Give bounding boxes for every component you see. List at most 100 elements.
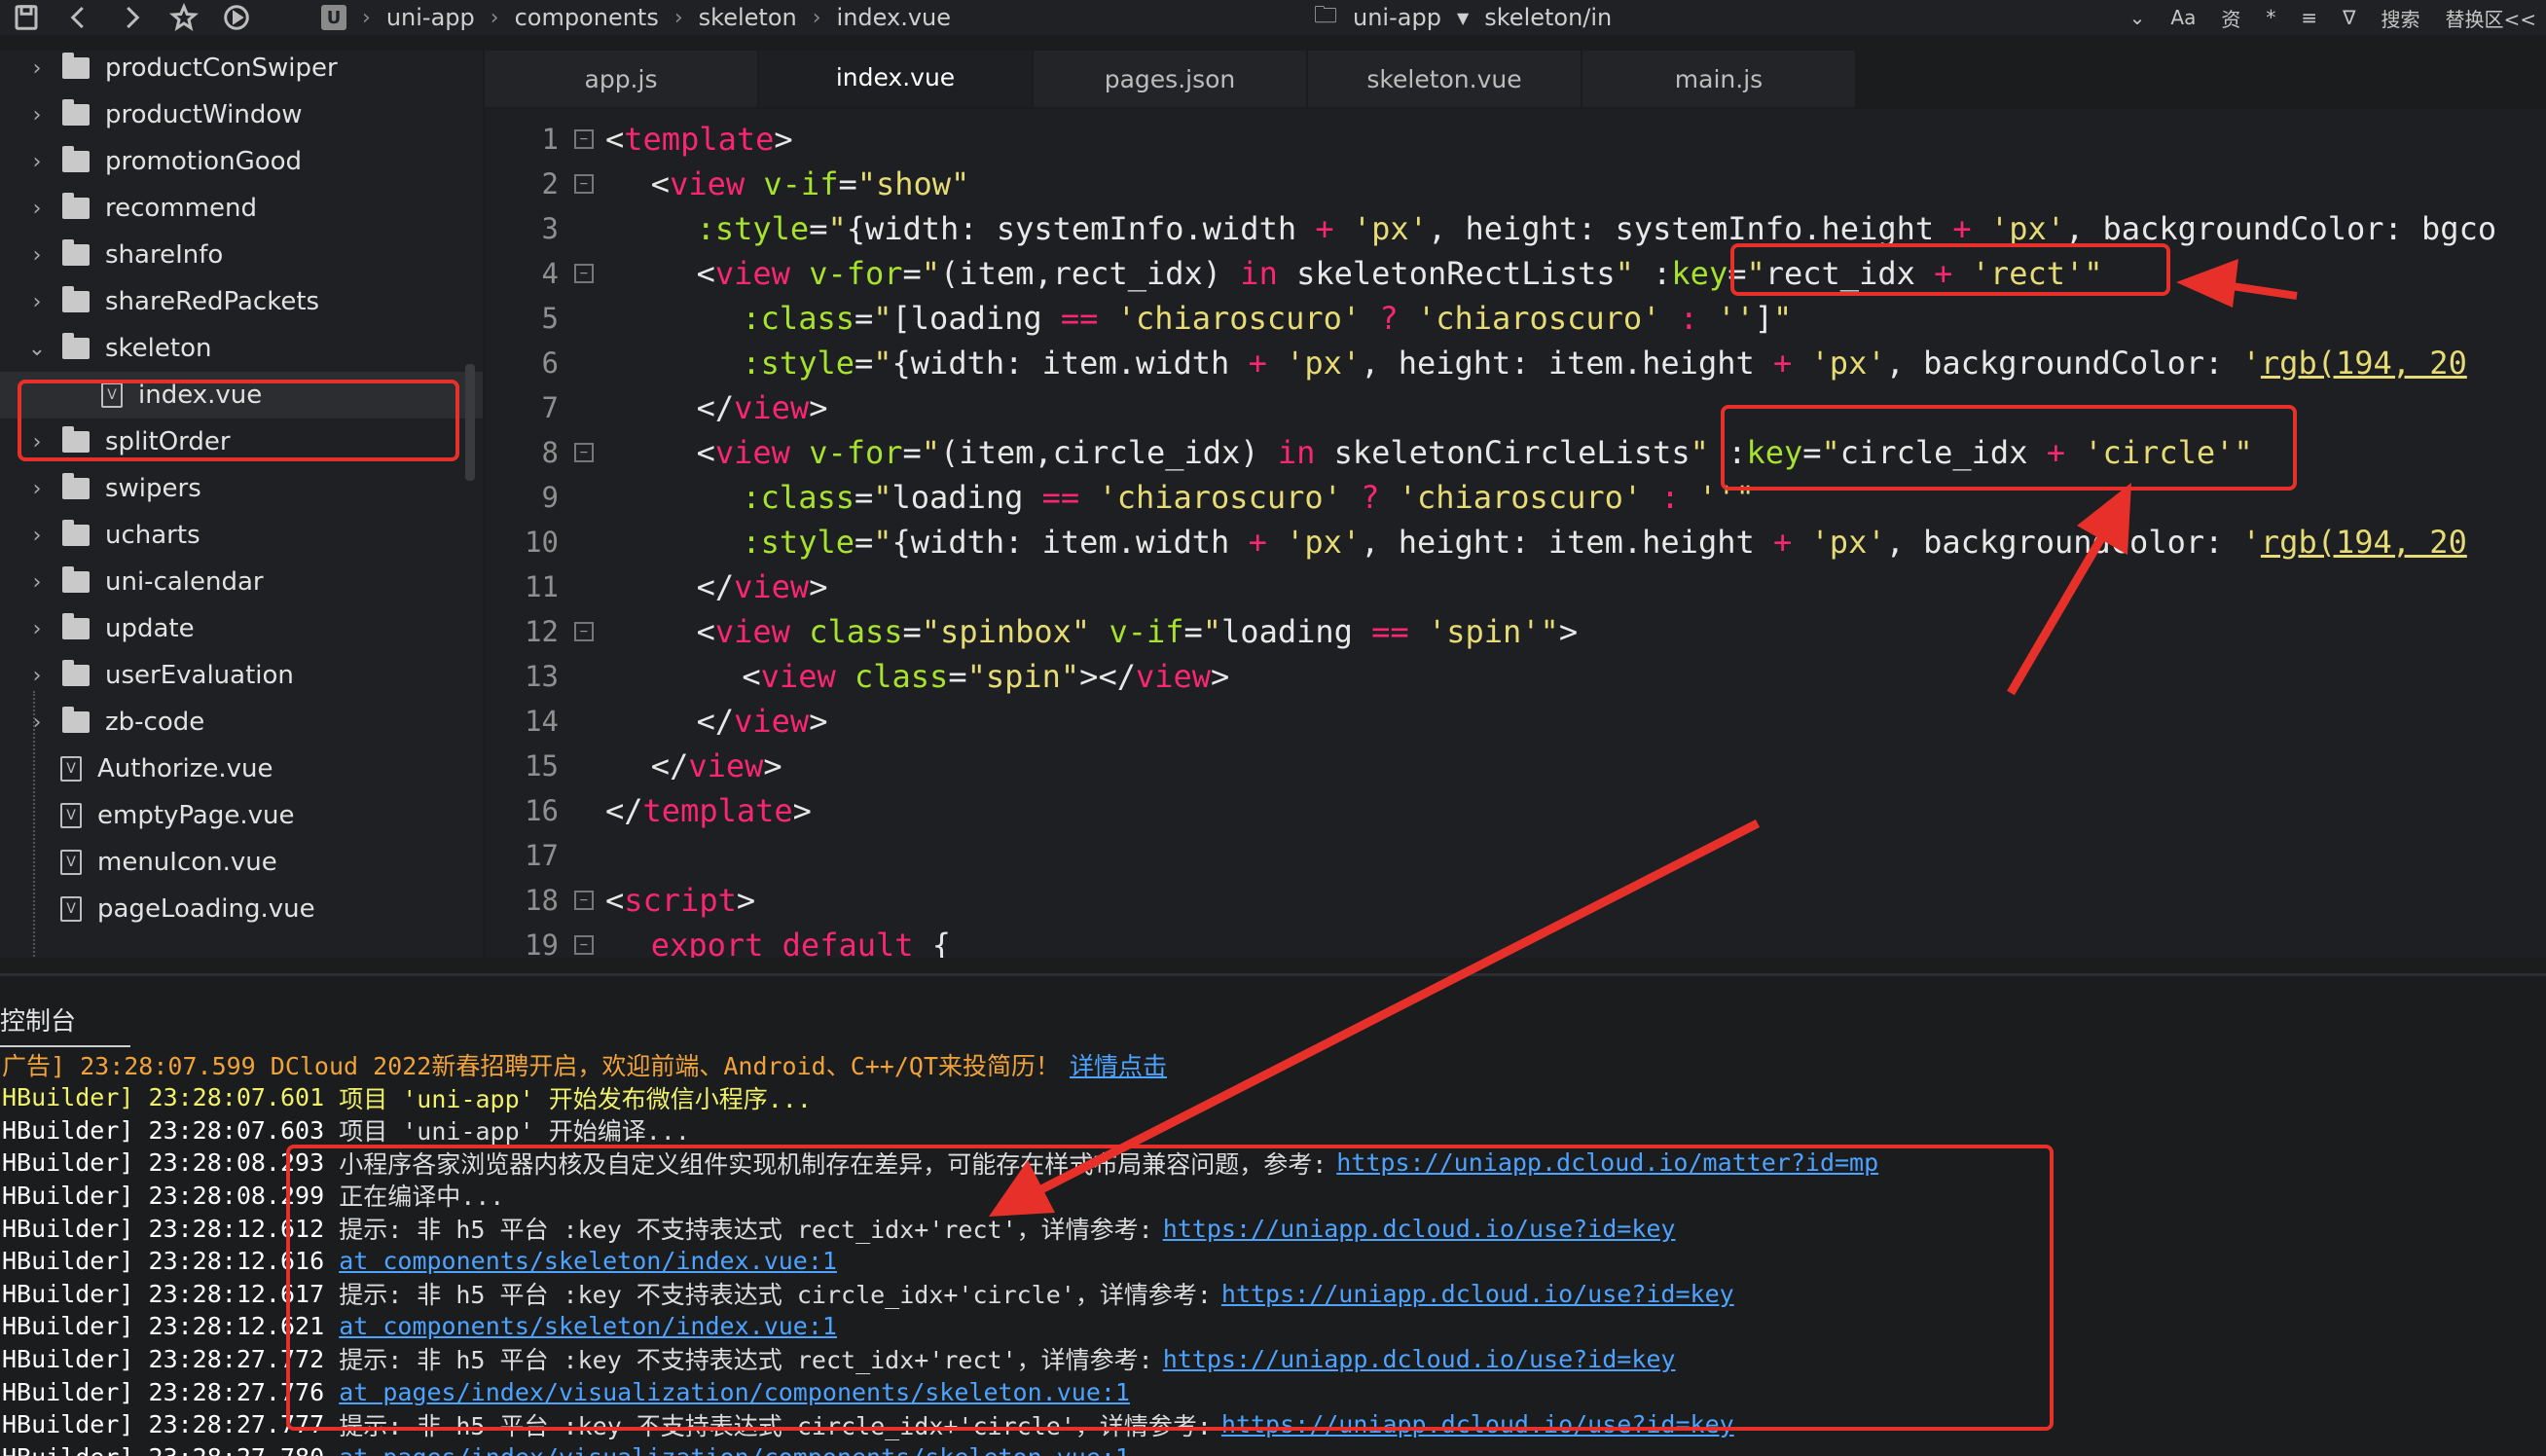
fold-toggle-icon[interactable]: − xyxy=(574,129,594,149)
tab-app-js[interactable]: app.js xyxy=(485,51,759,107)
tree-folder[interactable]: › swipers xyxy=(0,465,483,512)
code-line[interactable]: 5:class="[loading == 'chiaroscuro' ? 'ch… xyxy=(485,296,2546,341)
code-token: view xyxy=(734,389,810,426)
fold-toggle-icon[interactable]: − xyxy=(574,174,594,194)
tree-file[interactable]: VemptyPage.vue xyxy=(0,792,483,839)
vue-file-icon: V xyxy=(60,896,82,922)
tree-folder[interactable]: › shareRedPackets xyxy=(0,278,483,325)
log-link[interactable]: 详情点击 xyxy=(1070,1047,1167,1082)
search-button[interactable]: 搜索 xyxy=(2381,4,2419,32)
match-word-button[interactable]: 资 xyxy=(2221,4,2240,32)
code-line[interactable]: 3:style="{width: systemInfo.width + 'px'… xyxy=(485,206,2546,251)
list-icon[interactable]: ≡ xyxy=(2301,6,2317,29)
folder-icon xyxy=(62,99,90,126)
breadcrumb-item[interactable]: skeleton xyxy=(699,4,797,31)
sidebar-scrollbar[interactable] xyxy=(465,364,475,481)
code-line[interactable]: 1− <template> xyxy=(485,117,2546,162)
tree-folder[interactable]: › shareInfo xyxy=(0,232,483,278)
chevron-right-icon[interactable]: › xyxy=(25,290,49,314)
match-case-button[interactable]: Aa xyxy=(2170,6,2196,29)
code-line[interactable]: 15 </view> xyxy=(485,744,2546,788)
tab-index-vue[interactable]: index.vue xyxy=(759,51,1034,107)
code-line[interactable]: 16 </template> xyxy=(485,788,2546,833)
tree-file[interactable]: VpageLoading.vue xyxy=(0,886,483,932)
search-path[interactable]: skeleton/in xyxy=(1484,4,1612,31)
tree-folder[interactable]: › recommend xyxy=(0,185,483,232)
code-line[interactable]: 10:style="{width: item.width + 'px', hei… xyxy=(485,520,2546,564)
folder-icon xyxy=(62,146,90,172)
star-icon[interactable] xyxy=(158,0,210,35)
code-line[interactable]: 17 xyxy=(485,833,2546,878)
tree-folder[interactable]: › promotionGood xyxy=(0,138,483,185)
code-token: script xyxy=(624,882,737,919)
replace-toggle-button[interactable]: 替换区<< xyxy=(2445,4,2536,32)
fold-toggle-icon[interactable]: − xyxy=(574,891,594,910)
code-token: "spinbox" xyxy=(921,613,1091,650)
code-line[interactable]: 4− <view v-for="(item,rect_idx) in skelet… xyxy=(485,251,2546,296)
code-line[interactable]: 19− export default { xyxy=(485,923,2546,958)
code-line[interactable]: 12− <view class="spinbox" v-if="loading =… xyxy=(485,609,2546,654)
chevron-down-icon[interactable]: ⌄ xyxy=(2129,6,2146,29)
tree-folder[interactable]: › ucharts xyxy=(0,512,483,559)
chevron-down-icon[interactable]: ⌄ xyxy=(25,337,49,361)
code-editor[interactable]: 1− <template> 2− <view v-if="show" 3:style="… xyxy=(485,109,2546,958)
line-number: 2 xyxy=(541,167,559,200)
code-token: ? xyxy=(1361,479,1380,516)
code-token: </ xyxy=(696,703,735,740)
project-selector[interactable]: 🗀 uni-app ▼ skeleton/in xyxy=(1314,0,1612,35)
code-line[interactable]: 2− <view v-if="show" xyxy=(485,162,2546,206)
chevron-right-icon[interactable]: › xyxy=(25,664,49,688)
code-token: " xyxy=(1615,255,1634,292)
run-icon[interactable] xyxy=(210,0,263,35)
line-number: 1 xyxy=(541,123,559,156)
tree-folder[interactable]: › zb-code xyxy=(0,699,483,746)
tab-main-js[interactable]: main.js xyxy=(1582,51,1857,107)
tree-folder[interactable]: › update xyxy=(0,605,483,652)
fold-toggle-icon[interactable]: − xyxy=(574,264,594,283)
chevron-right-icon[interactable]: › xyxy=(25,150,49,174)
tree-folder[interactable]: › userEvaluation xyxy=(0,652,483,699)
tab-skeleton-vue[interactable]: skeleton.vue xyxy=(1308,51,1582,107)
chevron-right-icon[interactable]: › xyxy=(25,56,49,81)
breadcrumb-item[interactable]: index.vue xyxy=(837,4,951,31)
code-token: [loading xyxy=(891,300,1061,337)
fold-toggle-icon[interactable]: − xyxy=(574,935,594,955)
code-line[interactable]: 6:style="{width: item.width + 'px', heig… xyxy=(485,341,2546,385)
save-icon[interactable] xyxy=(0,0,53,35)
code-token: rgb(194, 20 xyxy=(2260,345,2467,382)
tree-file[interactable]: VmenuIcon.vue xyxy=(0,839,483,886)
tree-folder[interactable]: › productWindow xyxy=(0,91,483,138)
code-line[interactable]: 18− <script> xyxy=(485,878,2546,923)
back-icon[interactable] xyxy=(53,0,105,35)
editor-tabs: app.js index.vue pages.json skeleton.vue… xyxy=(485,51,2546,107)
tab-pages-json[interactable]: pages.json xyxy=(1034,51,1308,107)
chevron-right-icon[interactable]: › xyxy=(25,243,49,268)
tree-file[interactable]: V Authorize.vue xyxy=(0,746,483,792)
chevron-right-icon[interactable]: › xyxy=(25,710,49,735)
breadcrumb-item[interactable]: uni-app xyxy=(386,4,475,31)
tree-folder[interactable]: › uni-calendar xyxy=(0,559,483,605)
breadcrumb-item[interactable]: components xyxy=(515,4,659,31)
folder-icon xyxy=(62,473,90,499)
chevron-right-icon[interactable]: › xyxy=(25,477,49,501)
tree-folder[interactable]: ⌄ skeleton xyxy=(0,325,483,372)
fold-toggle-icon[interactable]: − xyxy=(574,622,594,641)
fold-toggle-icon[interactable]: − xyxy=(574,443,594,462)
code-line[interactable]: 11 </view> xyxy=(485,564,2546,609)
chevron-right-icon[interactable]: › xyxy=(25,197,49,221)
code-token: class xyxy=(854,658,949,695)
chevron-right-icon[interactable]: › xyxy=(25,524,49,548)
regex-button[interactable]: * xyxy=(2266,6,2275,29)
chevron-right-icon[interactable]: › xyxy=(25,617,49,641)
tree-folder[interactable]: › productConSwiper xyxy=(0,51,483,91)
line-number: 17 xyxy=(525,839,559,872)
code-line[interactable]: 13 <view class="spin"></view> xyxy=(485,654,2546,699)
log-location-link[interactable]: at pages/index/visualization/components/… xyxy=(339,1443,1130,1456)
chevron-right-icon[interactable]: › xyxy=(25,103,49,127)
console-tab[interactable]: 控制台 xyxy=(0,1001,130,1047)
chevron-right-icon[interactable]: › xyxy=(25,570,49,595)
forward-icon[interactable] xyxy=(105,0,158,35)
filter-icon[interactable]: ∇ xyxy=(2343,6,2355,29)
code-line[interactable]: 14 </view> xyxy=(485,699,2546,744)
